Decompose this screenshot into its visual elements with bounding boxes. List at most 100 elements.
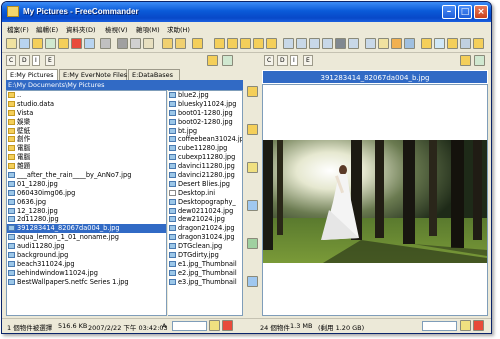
folder-open-icon[interactable] [247,124,258,135]
folder-fav-icon[interactable] [253,38,264,49]
file-list-item[interactable]: beach311024.jpg [7,260,166,269]
right-fav-icon[interactable] [474,55,485,66]
menu-edit[interactable]: 編輯(E) [36,24,58,34]
rename-icon[interactable] [84,38,95,49]
right-path-bar[interactable]: 391283414_82067da004_b.jpg [262,70,488,84]
clear-filter-icon[interactable] [222,320,233,331]
file-list-item[interactable]: davinci21280.jpg [168,171,242,180]
menu-folder[interactable]: 資料夾(D) [66,24,96,34]
tab-evernote[interactable]: E:My EverNote Files [59,69,127,80]
tab-databases[interactable]: E:DataBases [128,69,180,80]
copy-clip-icon[interactable] [130,38,141,49]
search-icon[interactable] [434,38,445,49]
file-list-item[interactable]: cubexp11280.jpg [168,153,242,162]
right-drive-e-button[interactable]: E [303,55,313,66]
folder-new-icon[interactable] [227,38,238,49]
file-list-item[interactable]: bt.jpg [168,127,242,136]
file-list-item[interactable]: studio.data [7,100,166,109]
cut-icon[interactable] [117,38,128,49]
file-list-item[interactable]: aqua_lemon_1_01_noname.jpg [7,233,166,242]
left-quick-filter[interactable] [172,321,207,331]
delete-icon[interactable] [71,38,82,49]
unpack-icon[interactable] [175,38,186,49]
file-list-item[interactable]: boot01-1280.jpg [168,109,242,118]
view-detail-icon[interactable] [296,38,307,49]
right-filter-icon[interactable] [460,320,471,331]
right-quick-filter[interactable] [422,321,457,331]
left-folder-icon[interactable] [207,55,218,66]
menu-file[interactable]: 檔案(F) [7,24,29,34]
file-list-item[interactable]: 壁紙 [7,127,166,136]
properties-icon[interactable] [100,38,111,49]
file-list-item[interactable]: dragon21024.jpg [168,224,242,233]
right-drive-i-button[interactable]: I [290,55,298,66]
edit-icon[interactable] [19,38,30,49]
file-list-item[interactable]: audi11280.jpg [7,242,166,251]
filter-icon[interactable] [365,38,376,49]
filter-icon[interactable] [209,320,220,331]
file-list-item[interactable]: Desktopography_ [168,198,242,207]
file-list-item[interactable]: e3.jpg_Thumbnail [168,278,242,287]
file-list-item[interactable]: dragon31024.jpg [168,233,242,242]
right-drive-c-button[interactable]: C [264,55,275,66]
folder-up-icon[interactable] [192,38,203,49]
right-drive-d-button[interactable]: D [277,55,288,66]
left-fav-icon[interactable] [222,55,233,66]
copy-icon[interactable] [32,38,43,49]
options-icon[interactable] [473,38,484,49]
file-list-item[interactable]: dew0211024.jpg [168,207,242,216]
drive-c-button[interactable]: C [6,55,17,66]
file-list-item[interactable]: 2d11280.jpg [7,215,166,224]
pack-icon[interactable] [162,38,173,49]
menu-view[interactable]: 檢視(V) [105,24,128,34]
file-list-item[interactable]: Desktop.ini [168,189,242,198]
folder-icon[interactable] [58,38,69,49]
file-list-item[interactable]: 391283414_82067da004_b.jpg [7,224,166,234]
sort-icon[interactable] [378,38,389,49]
file-list-item[interactable]: DTGclean.jpg [168,242,242,251]
right-folder-icon[interactable] [460,55,471,66]
drive-e-button[interactable]: E [45,55,55,66]
cmd-icon[interactable] [460,38,471,49]
view-tree-icon[interactable] [322,38,333,49]
file-list-item[interactable]: 創作 [7,135,166,144]
menu-misc[interactable]: 雜項(M) [136,24,160,34]
file-list-item[interactable]: boot02-1280.jpg [168,118,242,127]
folder-history-icon[interactable] [266,38,277,49]
view-quick-icon[interactable] [348,38,359,49]
new-icon[interactable] [6,38,17,49]
file-list-item[interactable]: blue2.jpg [168,91,242,100]
file-list-item[interactable]: e2.jpg_Thumbnail [168,269,242,278]
right-clear-filter-icon[interactable] [473,320,484,331]
compare-icon[interactable] [421,38,432,49]
view-list-icon[interactable] [283,38,294,49]
paste-icon[interactable] [143,38,154,49]
file-list-item[interactable]: 12_1280.jpg [7,207,166,216]
folder-sync-icon[interactable] [240,38,251,49]
file-list-item[interactable]: 0636.jpg [7,198,166,207]
file-list-item[interactable]: dew21024.jpg [168,215,242,224]
file-list-item[interactable]: coffeebean31024.jpg [168,135,242,144]
folder-icon[interactable] [247,86,258,97]
file-list-item[interactable]: BestWallpaperS.netfc Series 1.jpg [7,278,166,287]
star-icon[interactable] [247,162,258,173]
file-list-item[interactable]: Vista [7,109,166,118]
file-list-item[interactable]: .. [7,91,166,100]
file-list-item[interactable]: Desert Blies.jpg [168,180,242,189]
file-list-item[interactable]: background.jpg [7,251,166,260]
drive-i-button[interactable]: I [32,55,40,66]
view-columns-icon[interactable] [335,38,346,49]
file-list-item[interactable]: ___after_the_rain____by_AnNo7.jpg [7,171,166,180]
file-list-item[interactable]: DTGdirty.jpg [168,251,242,260]
tab-my-pictures[interactable]: E:My Pictures [6,69,58,80]
file-list-item[interactable]: 01_1280.jpg [7,180,166,189]
move-icon[interactable] [45,38,56,49]
compare-icon[interactable] [247,276,258,287]
folder-nav-icon[interactable] [214,38,225,49]
refresh-icon[interactable] [404,38,415,49]
view-thumb-icon[interactable] [309,38,320,49]
file-list-item[interactable]: 電腦 [7,144,166,153]
file-list-item[interactable]: bluesky11024.jpg [168,100,242,109]
copy-icon[interactable] [247,200,258,211]
file-list-item[interactable]: 電腦 [7,153,166,162]
